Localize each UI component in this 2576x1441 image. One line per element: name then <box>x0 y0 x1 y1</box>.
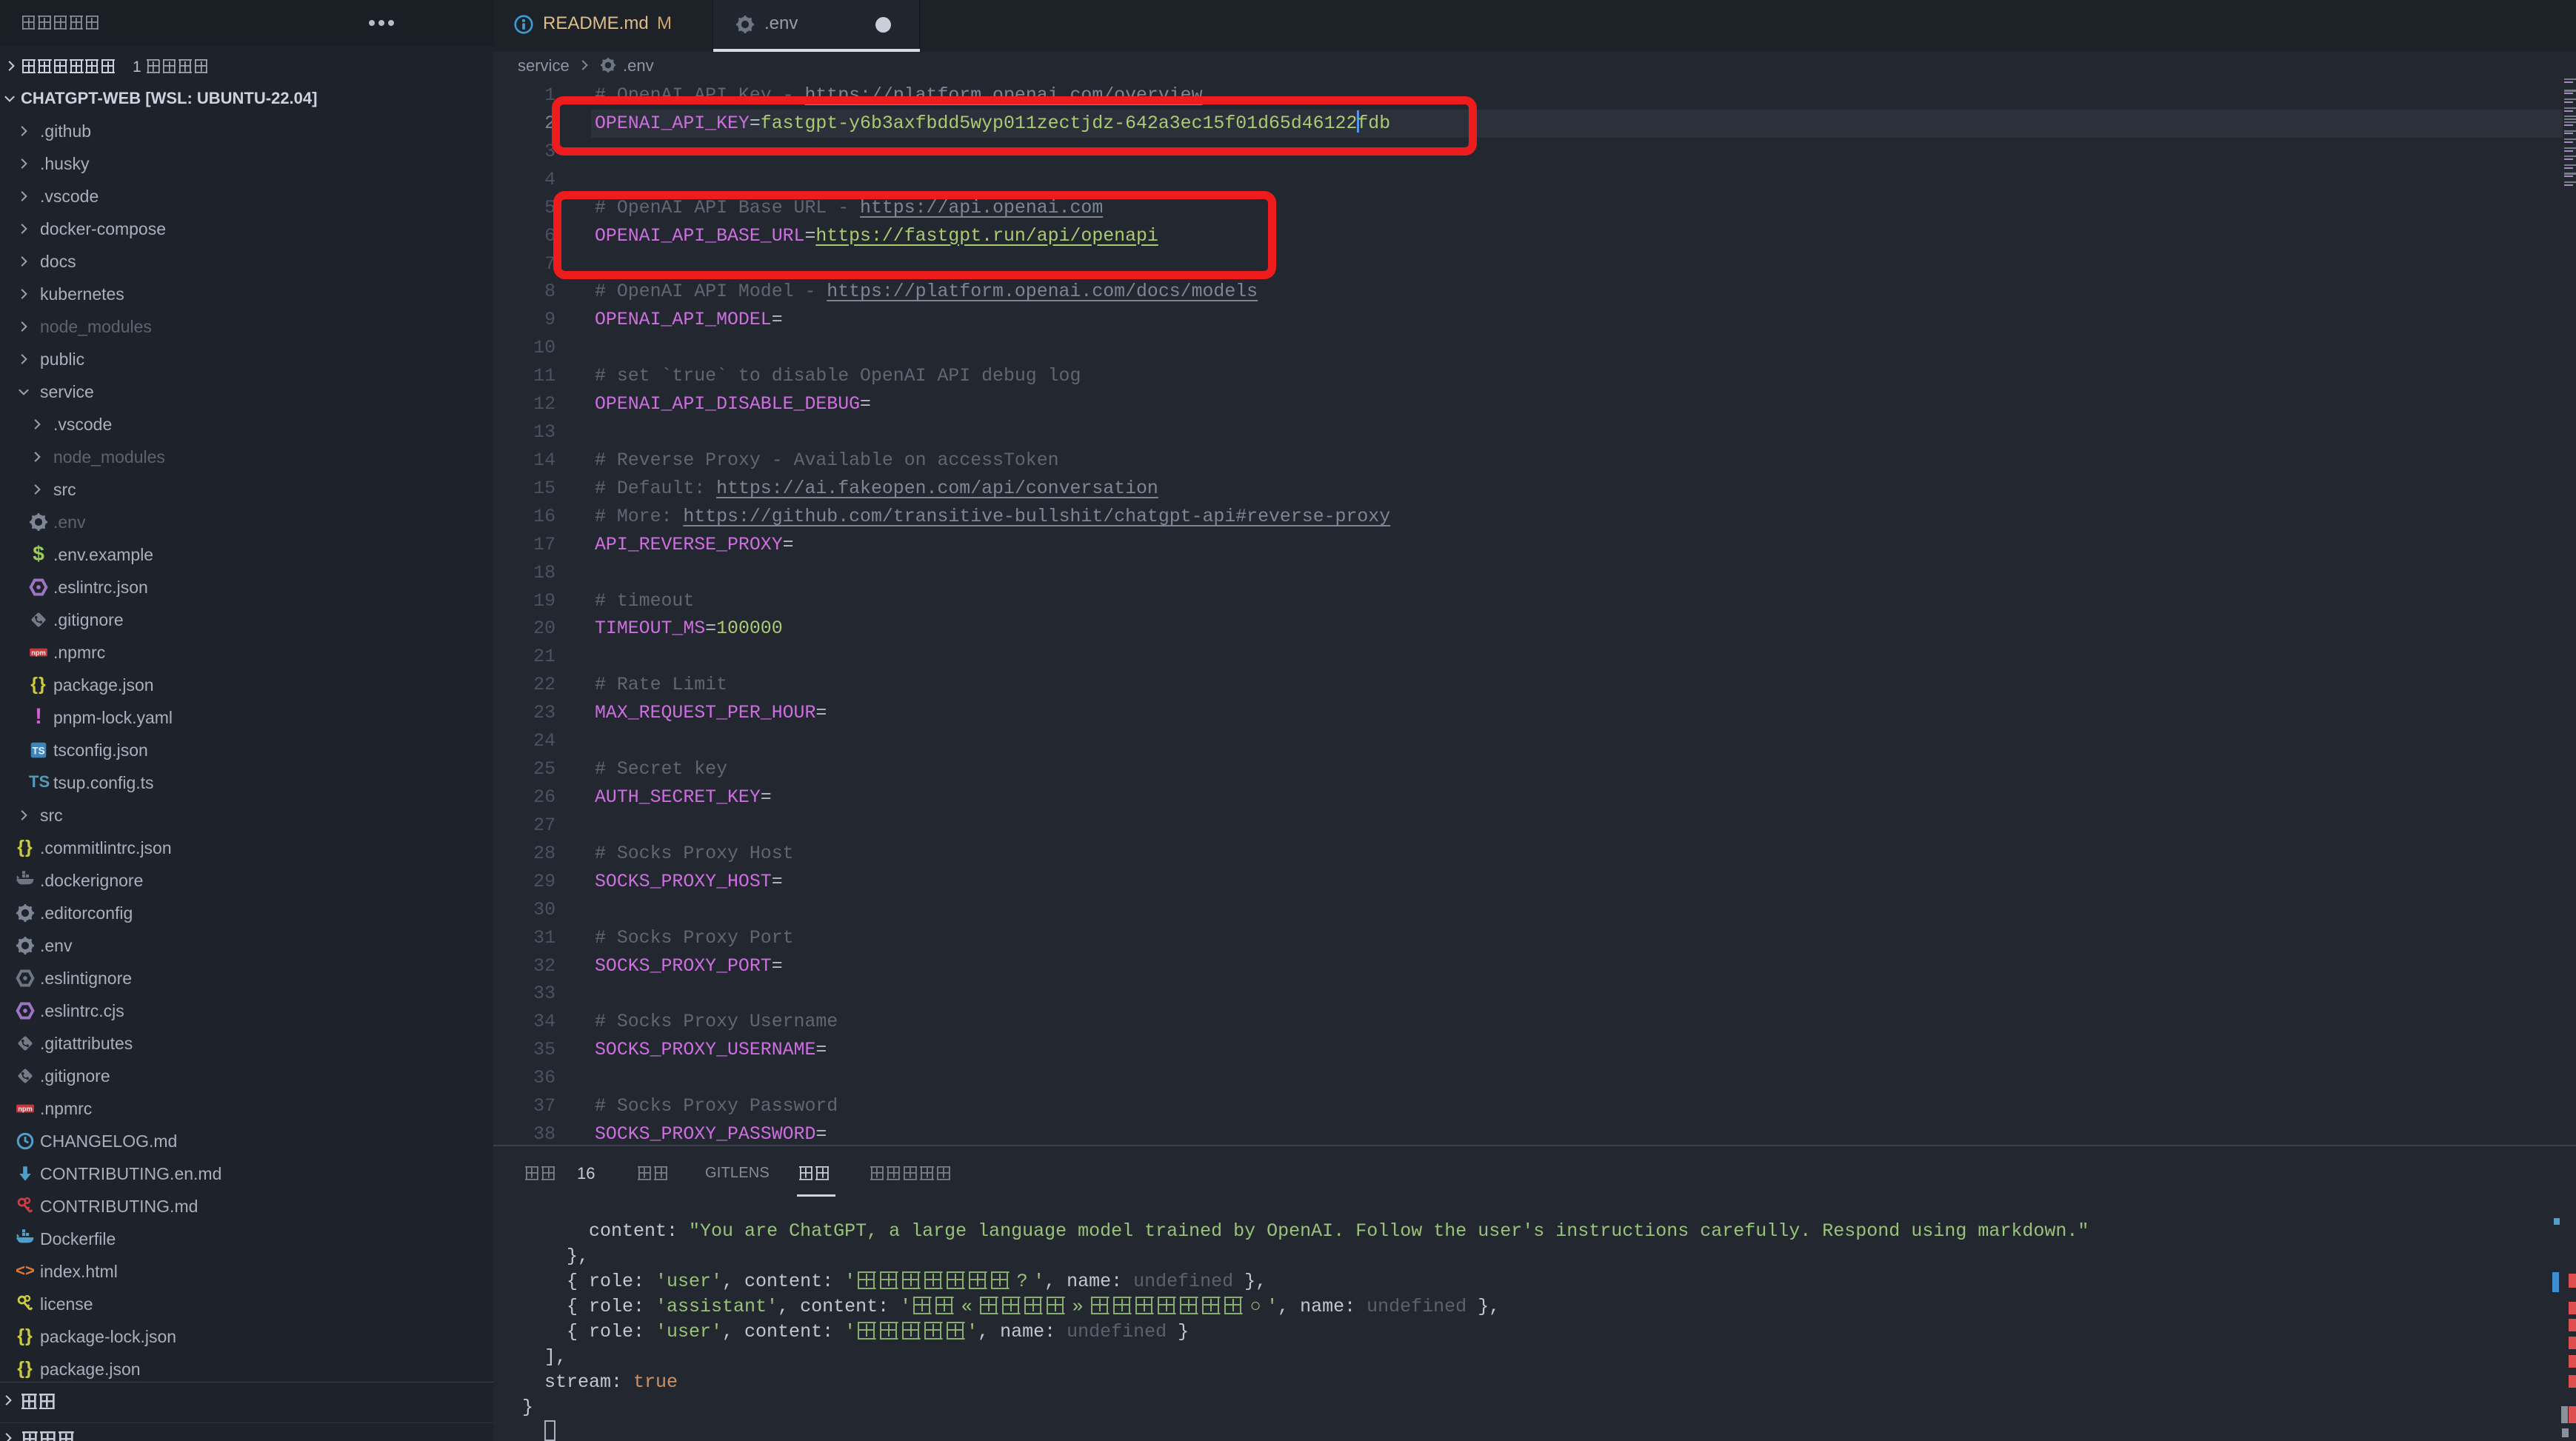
svg-text:npm: npm <box>18 1106 33 1113</box>
svg-text:TS: TS <box>32 746 44 757</box>
svg-text:npm: npm <box>31 649 46 657</box>
